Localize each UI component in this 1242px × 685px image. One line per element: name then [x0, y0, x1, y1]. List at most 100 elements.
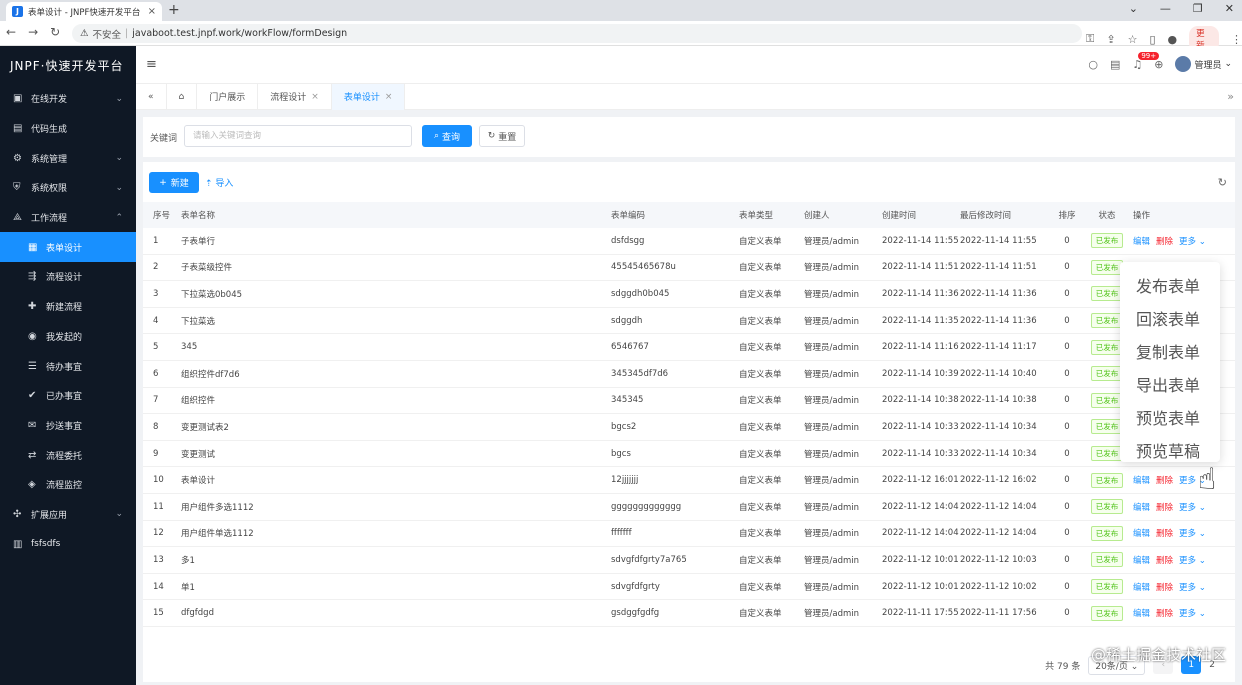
- new-tab-icon[interactable]: +: [168, 2, 180, 18]
- close-tab-icon[interactable]: ×: [148, 6, 156, 17]
- refresh-icon[interactable]: ↻: [1218, 176, 1227, 189]
- close-icon[interactable]: ×: [311, 92, 319, 102]
- table-row: 4 下拉菜选 sdggdh 自定义表单 管理员/admin 2022-11-14 11:3…: [143, 308, 1235, 335]
- sidebar-item-0[interactable]: ▣ 在线开发 ⌄: [0, 84, 136, 114]
- sidepanel-icon[interactable]: ▯: [1149, 33, 1155, 46]
- delete-link[interactable]: 删除: [1156, 476, 1173, 486]
- message-icon[interactable]: ▤: [1110, 58, 1120, 71]
- edit-link[interactable]: 编辑: [1133, 556, 1150, 566]
- sidebar-item-12[interactable]: ⇄ 流程委托: [0, 440, 136, 470]
- sidebar-item-10[interactable]: ✔ 已办事宜: [0, 381, 136, 411]
- edit-link[interactable]: 编辑: [1133, 476, 1150, 486]
- address-bar[interactable]: ⚠ 不安全 | javaboot.test.jnpf.work/workFlow…: [72, 24, 1082, 43]
- username: 管理员: [1194, 60, 1222, 71]
- bell-icon[interactable]: ♫ 99+: [1132, 51, 1160, 71]
- table-cell: 0: [1064, 501, 1070, 512]
- dropdown-item-0[interactable]: 发布表单: [1120, 268, 1220, 301]
- profile-icon[interactable]: ●: [1168, 33, 1178, 46]
- sidebar-item-5[interactable]: ▦ 表单设计: [0, 232, 136, 263]
- delete-link[interactable]: 删除: [1156, 237, 1173, 247]
- more-link[interactable]: 更多 ⌄: [1179, 529, 1206, 539]
- sidebar-item-label: 新建流程: [46, 303, 83, 314]
- delete-link[interactable]: 删除: [1156, 583, 1173, 593]
- query-button[interactable]: ⌕ 查询: [422, 125, 472, 147]
- sidebar-item-2[interactable]: ⚙ 系统管理 ⌄: [0, 143, 136, 173]
- chevron-down-icon[interactable]: ⌄: [1129, 2, 1138, 15]
- more-link[interactable]: 更多 ⌄: [1179, 237, 1206, 247]
- delete-link[interactable]: 删除: [1156, 529, 1173, 539]
- url-text: javaboot.test.jnpf.work/workFlow/formDes…: [132, 28, 348, 39]
- restore-icon[interactable]: ❐: [1193, 2, 1203, 15]
- table-cell: 0: [1064, 528, 1070, 539]
- table-cell: dsfdsgg: [611, 235, 645, 246]
- sidebar-item-8[interactable]: ◉ 我发起的: [0, 322, 136, 352]
- back-icon[interactable]: ←: [6, 25, 16, 39]
- key-icon[interactable]: ⚿: [1086, 32, 1094, 46]
- chevron-down-icon: ⌄: [1198, 582, 1206, 593]
- delete-link[interactable]: 删除: [1156, 609, 1173, 619]
- tabs-scroll-right-icon[interactable]: »: [1227, 90, 1234, 103]
- dropdown-item-1[interactable]: 回滚表单: [1120, 301, 1220, 334]
- new-button[interactable]: + 新建: [149, 172, 199, 193]
- sidebar-item-14[interactable]: ✣ 扩展应用 ⌄: [0, 500, 136, 530]
- dropdown-item-2[interactable]: 复制表单: [1120, 334, 1220, 367]
- table-cell: 2: [153, 262, 159, 273]
- table-cell: 2022-11-14 10:39: [882, 368, 959, 379]
- sidebar-item-4[interactable]: ⟁ 工作流程 ⌃: [0, 203, 136, 233]
- table-cell: 3: [153, 288, 159, 299]
- forward-icon[interactable]: →: [28, 25, 38, 39]
- sidebar-item-13[interactable]: ◈ 流程监控: [0, 470, 136, 500]
- sidebar-item-label: 系统权限: [31, 184, 68, 195]
- tab-2[interactable]: 表单设计 ×: [331, 83, 406, 110]
- table-cell: 2022-11-14 11:55: [960, 235, 1037, 246]
- home-tab-icon[interactable]: ⌂: [167, 83, 198, 110]
- user-menu[interactable]: 管理员 ⌄: [1175, 56, 1232, 72]
- edit-link[interactable]: 编辑: [1133, 583, 1150, 593]
- dropdown-item-3[interactable]: 导出表单: [1120, 367, 1220, 400]
- table-cell: 管理员/admin: [804, 263, 859, 274]
- keyword-label: 关键词: [150, 134, 178, 144]
- chevron-icon: ⌄: [115, 93, 123, 104]
- delete-link[interactable]: 删除: [1156, 503, 1173, 513]
- delete-link[interactable]: 删除: [1156, 556, 1173, 566]
- table-cell: 组织控件df7d6: [181, 369, 240, 380]
- dropdown-item-4[interactable]: 预览表单: [1120, 400, 1220, 433]
- table-cell: 9: [153, 448, 159, 459]
- edit-link[interactable]: 编辑: [1133, 237, 1150, 247]
- sidebar-item-15[interactable]: ▥ fsfsdfs: [0, 529, 136, 559]
- table-cell: 2022-11-14 11:51: [882, 262, 959, 273]
- browser-tab[interactable]: J 表单设计 - JNPF快速开发平台 ×: [6, 2, 162, 21]
- edit-link[interactable]: 编辑: [1133, 529, 1150, 539]
- search-icon[interactable]: ○: [1088, 58, 1098, 71]
- sidebar-item-3[interactable]: ⛨ 系统权限 ⌄: [0, 173, 136, 203]
- menu-toggle-icon[interactable]: ≡: [146, 57, 157, 72]
- reload-icon[interactable]: ↻: [50, 25, 60, 39]
- edit-link[interactable]: 编辑: [1133, 503, 1150, 513]
- more-link[interactable]: 更多 ⌄: [1179, 556, 1206, 566]
- close-icon[interactable]: ×: [385, 92, 393, 102]
- close-window-icon[interactable]: ✕: [1225, 2, 1234, 15]
- table-cell: 2022-11-12 16:01: [882, 475, 959, 486]
- table-cell: 用户组件单选1112: [181, 529, 254, 540]
- reset-button[interactable]: ↻ 重置: [479, 125, 525, 147]
- sidebar-item-11[interactable]: ✉ 抄送事宜: [0, 411, 136, 441]
- tab-1[interactable]: 流程设计 ×: [258, 83, 332, 110]
- sidebar-item-label: fsfsdfs: [31, 539, 61, 550]
- share-icon[interactable]: ⇪: [1106, 33, 1115, 46]
- sidebar-item-9[interactable]: ☰ 待办事宜: [0, 351, 136, 381]
- sidebar-item-7[interactable]: ✚ 新建流程: [0, 292, 136, 322]
- keyword-input[interactable]: 请输入关键词查询: [184, 125, 412, 147]
- status-badge: 已发布: [1090, 392, 1124, 408]
- edit-link[interactable]: 编辑: [1133, 609, 1150, 619]
- import-button[interactable]: ⇡ 导入: [205, 176, 233, 189]
- tab-0[interactable]: 门户展示: [197, 83, 259, 110]
- sidebar-item-1[interactable]: ▤ 代码生成: [0, 114, 136, 144]
- more-link[interactable]: 更多 ⌄: [1179, 503, 1206, 513]
- kebab-menu-icon[interactable]: ⋮: [1231, 33, 1242, 46]
- more-link[interactable]: 更多 ⌄: [1179, 609, 1206, 619]
- tabs-scroll-left-icon[interactable]: «: [136, 83, 167, 110]
- more-link[interactable]: 更多 ⌄: [1179, 583, 1206, 593]
- minimize-icon[interactable]: —: [1160, 2, 1171, 15]
- sidebar-item-6[interactable]: ⇶ 流程设计: [0, 262, 136, 292]
- star-icon[interactable]: ☆: [1128, 33, 1138, 46]
